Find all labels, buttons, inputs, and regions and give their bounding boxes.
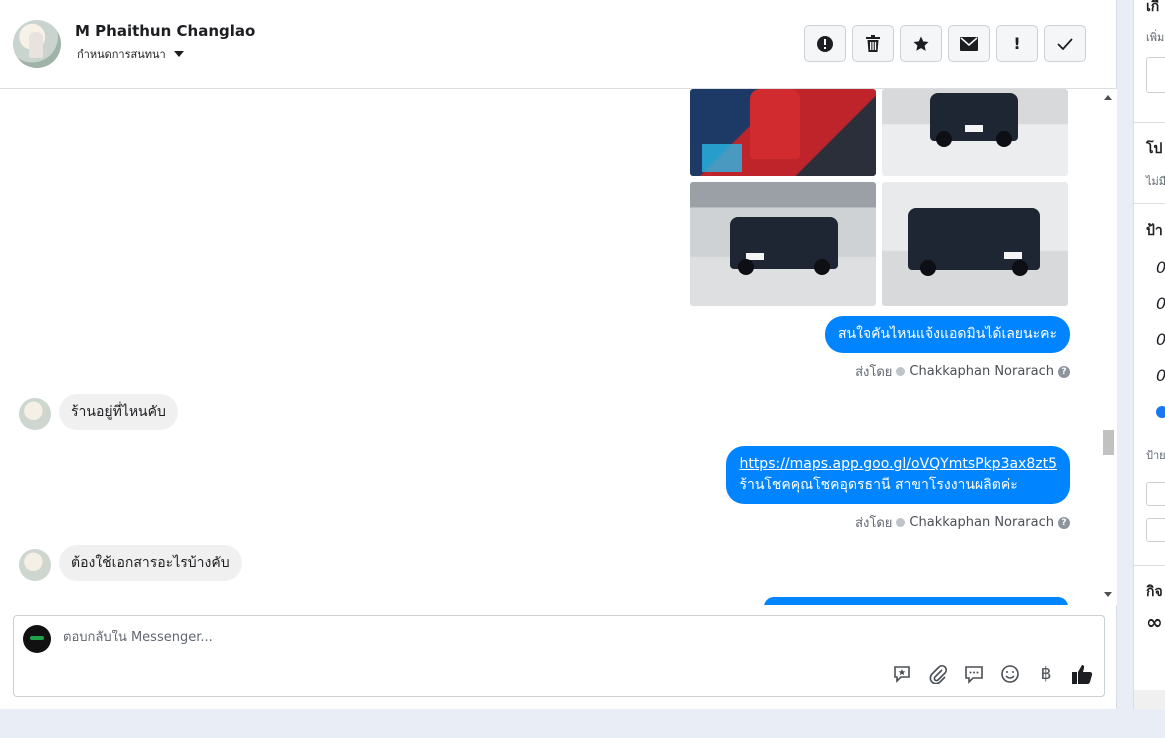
outgoing-message-link[interactable]: https://maps.app.goo.gl/oVQYmtsPkp3ax8zt…	[726, 446, 1070, 504]
scroll-down-arrow-icon[interactable]	[1104, 592, 1112, 597]
message-text: ร้านโชคคุณโชคอุดรธานี สาขาโรงงานผลิตค่ะ	[739, 477, 1018, 493]
star-icon	[913, 36, 929, 51]
maps-link[interactable]: https://maps.app.goo.gl/oVQYmtsPkp3ax8zt…	[739, 456, 1057, 472]
mark-done-button[interactable]	[1044, 25, 1086, 62]
conversation-toolbar: !	[804, 25, 1086, 62]
help-icon[interactable]: ?	[1058, 365, 1070, 378]
assign-label: กำหนดการสนทนา	[77, 48, 166, 61]
contact-avatar[interactable]	[13, 20, 61, 68]
car-photo-side-right[interactable]	[882, 182, 1068, 306]
sent-by-prefix: ส่งโดย	[855, 365, 893, 380]
message-list[interactable]: สนใจคันไหนแจ้งแอดมินได้เลยนะคะ ส่งโดย Ch…	[0, 89, 1100, 605]
sender-name[interactable]: Chakkaphan Norarach	[909, 515, 1054, 530]
alert-circle-icon	[817, 35, 833, 52]
infinity-icon: ∞	[1146, 610, 1163, 634]
saved-reply-icon[interactable]	[890, 662, 914, 686]
sent-by-meta: ส่งโดย Chakkaphan Norarach ?	[855, 512, 1070, 533]
panel-divider	[1134, 203, 1165, 204]
label-item[interactable]: 0	[1156, 258, 1165, 277]
mark-spam-button[interactable]	[804, 25, 846, 62]
panel-section-hint: เพิ่ม	[1146, 31, 1165, 44]
message-text: สนใจคันไหนแจ้งแอดมินได้เลยนะคะ	[838, 326, 1057, 342]
star-button[interactable]	[900, 25, 942, 62]
page-avatar	[23, 625, 51, 653]
trash-icon	[866, 34, 880, 52]
panel-button[interactable]	[1146, 57, 1165, 93]
details-panel: เกี่ เพิ่ม โป ไม่มี ป้า 0 0 0 0 ป้าย กิจ…	[1133, 0, 1165, 709]
like-icon[interactable]	[1070, 662, 1094, 686]
envelope-icon	[960, 36, 978, 51]
mark-unread-button[interactable]	[948, 25, 990, 62]
car-photo-side-left[interactable]	[690, 182, 876, 306]
check-icon	[1057, 37, 1073, 50]
contact-name[interactable]: M Phaithun Changlao	[75, 22, 255, 40]
delete-button[interactable]	[852, 25, 894, 62]
incoming-message[interactable]: ต้องใช้เอกสารอะไรบ้างคับ	[59, 545, 242, 581]
reply-composer: ฿	[13, 615, 1105, 697]
sent-by-meta: ส่งโดย Chakkaphan Norarach ?	[855, 361, 1070, 382]
message-scrollbar[interactable]	[1100, 89, 1117, 605]
sent-by-prefix: ส่งโดย	[855, 516, 893, 531]
contact-avatar-small[interactable]	[19, 398, 51, 430]
composer-actions: ฿	[890, 662, 1094, 686]
outgoing-message[interactable]: สนใจคันไหนแจ้งแอดมินได้เลยนะคะ	[825, 316, 1070, 353]
message-text: ร้านอยู่ที่ไหนคับ	[71, 404, 166, 420]
label-input[interactable]	[1146, 518, 1165, 542]
conversation-header: M Phaithun Changlao กำหนดการสนทนา !	[0, 0, 1117, 89]
add-label-icon[interactable]	[1156, 406, 1165, 418]
help-icon[interactable]: ?	[1058, 516, 1070, 529]
panel-section-title: โป	[1146, 141, 1163, 157]
panel-scrollbar[interactable]	[1134, 690, 1165, 709]
panel-section-hint: ป้าย	[1146, 449, 1165, 462]
incoming-message[interactable]: ร้านอยู่ที่ไหนคับ	[59, 394, 178, 430]
label-item[interactable]: 0	[1156, 330, 1165, 349]
sender-name[interactable]: Chakkaphan Norarach	[909, 364, 1054, 379]
exclamation-icon: !	[1013, 34, 1021, 53]
message-text: ต้องใช้เอกสารอะไรบ้างคับ	[71, 555, 230, 571]
sender-dot-icon	[896, 367, 906, 376]
emoji-icon[interactable]	[998, 662, 1022, 686]
car-photo-front[interactable]	[882, 89, 1068, 176]
panel-section-title: กิจ	[1146, 584, 1163, 600]
attachment-icon[interactable]	[926, 662, 950, 686]
panel-section-title: เกี่	[1146, 0, 1160, 15]
panel-divider	[1134, 122, 1165, 123]
baht-icon[interactable]: ฿	[1034, 662, 1058, 686]
caret-down-icon	[173, 51, 184, 57]
label-input[interactable]	[1146, 482, 1165, 506]
panel-section-title: ป้า	[1146, 223, 1163, 239]
panel-divider	[1134, 565, 1165, 566]
scroll-thumb[interactable]	[1103, 430, 1114, 455]
sender-dot-icon	[896, 518, 906, 527]
outgoing-message-partial[interactable]	[764, 597, 1068, 605]
chat-panel: M Phaithun Changlao กำหนดการสนทนา ! สนใจ…	[0, 0, 1117, 709]
contact-avatar-small[interactable]	[19, 549, 51, 581]
follow-up-button[interactable]: !	[996, 25, 1038, 62]
reply-input[interactable]	[63, 630, 963, 645]
panel-section-hint: ไม่มี	[1146, 175, 1165, 188]
chat-bubble-icon[interactable]	[962, 662, 986, 686]
scroll-up-arrow-icon[interactable]	[1104, 95, 1112, 100]
label-item[interactable]: 0	[1156, 294, 1165, 313]
car-photo-interior[interactable]	[690, 89, 876, 176]
assign-conversation-dropdown[interactable]: กำหนดการสนทนา	[77, 45, 184, 63]
label-item[interactable]: 0	[1156, 366, 1165, 385]
